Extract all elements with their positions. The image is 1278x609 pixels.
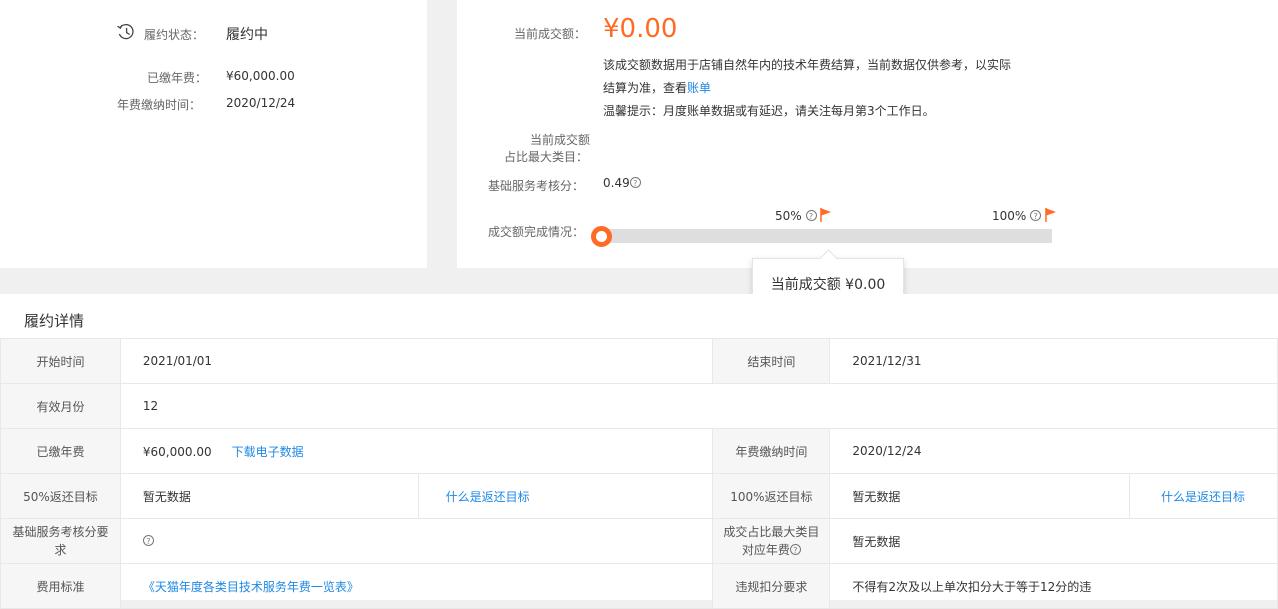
fee-standard-cell: 《天猫年度各类目技术服务年费一览表》 <box>119 563 714 609</box>
history-clock-icon <box>116 23 136 44</box>
max-category-label-line2: 占比最大类目： <box>504 150 589 164</box>
contract-detail-section: 履约详情 开始时间 2021/01/01 结束时间 2021/12/31 有效月… <box>0 294 1278 609</box>
description-text: 结算为准，查看 <box>603 81 688 95</box>
end-time-label: 结束时间 <box>712 338 831 384</box>
paid-fee-cell: ¥60,000.00 下载电子数据 <box>119 428 714 474</box>
marker-50: 50% ? <box>775 208 832 223</box>
marker-100: 100% ? <box>992 208 1057 223</box>
table-row: 费用标准 《天猫年度各类目技术服务年费一览表》 违规扣分要求 不得有2次及以上单… <box>0 563 1278 609</box>
warm-tip: 温馨提示：月度账单数据或有延迟，请关注每月第3个工作日。 <box>603 104 935 118</box>
months-value: 12 <box>119 383 1278 429</box>
months-label: 有效月份 <box>0 383 121 429</box>
target-link-cell: 什么是返还目标 <box>1129 473 1278 519</box>
transaction-description: 该成交额数据用于店铺自然年内的技术年费结算，当前数据仅供参考，以实际 <box>603 58 1012 72</box>
bill-link[interactable]: 账单 <box>687 81 711 95</box>
max-category-fee-value: 暂无数据 <box>829 518 1278 564</box>
target-50-label: 50%返还目标 <box>0 473 121 519</box>
transaction-description-2: 结算为准，查看账单 <box>603 79 711 96</box>
pay-time-label: 年费缴纳时间： <box>117 98 202 112</box>
target-50-value: 暂无数据 <box>119 473 419 519</box>
score-requirement-label-line2: 求 <box>54 543 67 557</box>
question-circle-icon[interactable]: ? <box>629 177 641 188</box>
completion-progress-track <box>601 229 1052 243</box>
contract-status-card: 履约状态： 履约中 已缴年费： ¥60,000.00 年费缴纳时间： 2020/… <box>0 0 427 268</box>
score-requirement-value: ? <box>119 518 714 564</box>
service-score-value: 0.49 <box>603 176 630 190</box>
table-row: 基础服务考核分要求 ? 成交占比最大类目对应年费? 暂无数据 <box>0 518 1278 564</box>
paid-fee-label: 已缴年费 <box>0 428 121 474</box>
download-data-link[interactable]: 下载电子数据 <box>232 445 304 459</box>
fee-standard-link[interactable]: 《天猫年度各类目技术服务年费一览表》 <box>143 580 359 594</box>
start-time-label: 开始时间 <box>0 338 121 384</box>
table-row: 已缴年费 ¥60,000.00 下载电子数据 年费缴纳时间 2020/12/24 <box>0 428 1278 474</box>
paid-fee-label: 已缴年费： <box>147 71 208 85</box>
table-row: 开始时间 2021/01/01 结束时间 2021/12/31 <box>0 338 1278 384</box>
detail-title: 履约详情 <box>24 312 85 330</box>
score-requirement-label: 基础服务考核分要求 <box>0 518 121 564</box>
pay-time-value: 2020/12/24 <box>829 428 1278 474</box>
table-row: 有效月份 12 <box>0 383 1278 429</box>
status-value: 履约中 <box>226 27 268 43</box>
current-transaction-label: 当前成交额： <box>514 27 587 41</box>
completion-label: 成交额完成情况： <box>488 225 585 239</box>
paid-fee-value: ¥60,000.00 <box>226 69 295 83</box>
question-circle-icon[interactable]: ? <box>142 535 154 546</box>
what-is-target-link[interactable]: 什么是返还目标 <box>446 490 530 504</box>
what-is-target-link[interactable]: 什么是返还目标 <box>1161 490 1245 504</box>
flag-icon <box>820 208 832 222</box>
fee-standard-label: 费用标准 <box>0 563 121 609</box>
target-100-label: 100%返还目标 <box>712 473 831 519</box>
question-circle-icon[interactable]: ? <box>1030 210 1042 221</box>
pay-time-value: 2020/12/24 <box>226 96 296 110</box>
violation-value: 不得有2次及以上单次扣分大于等于12分的违 <box>829 563 1278 609</box>
marker-100-label: 100% <box>992 209 1027 223</box>
max-category-fee-label-line2: 对应年费 <box>741 543 790 557</box>
max-category-fee-label: 成交占比最大类目对应年费? <box>712 518 831 564</box>
service-score-label: 基础服务考核分： <box>488 179 585 193</box>
status-label: 履约状态： <box>144 28 205 42</box>
service-score: 0.49? <box>603 176 641 190</box>
marker-50-label: 50% <box>775 209 802 223</box>
score-requirement-label-line1: 基础服务考核分要 <box>12 525 109 539</box>
question-circle-icon[interactable]: ? <box>789 544 801 555</box>
detail-table: 开始时间 2021/01/01 结束时间 2021/12/31 有效月份 12 … <box>0 338 1278 609</box>
current-transaction-value: ¥0.00 <box>603 14 678 44</box>
max-category-label-line1: 当前成交额 <box>530 133 591 147</box>
target-link-cell: 什么是返还目标 <box>417 473 714 519</box>
table-row: 50%返还目标 暂无数据 什么是返还目标 100%返还目标 暂无数据 什么是返还… <box>0 473 1278 519</box>
violation-label: 违规扣分要求 <box>712 563 831 609</box>
end-time-value: 2021/12/31 <box>829 338 1278 384</box>
start-time-value: 2021/01/01 <box>119 338 714 384</box>
flag-icon <box>1045 208 1056 222</box>
question-circle-icon[interactable]: ? <box>805 210 817 221</box>
target-100-value: 暂无数据 <box>829 473 1131 519</box>
max-category-fee-label-line1: 成交占比最大类目 <box>723 525 820 539</box>
pay-time-label: 年费缴纳时间 <box>712 428 831 474</box>
paid-fee-value: ¥60,000.00 <box>142 444 212 459</box>
completion-progress-knob[interactable] <box>591 226 612 247</box>
